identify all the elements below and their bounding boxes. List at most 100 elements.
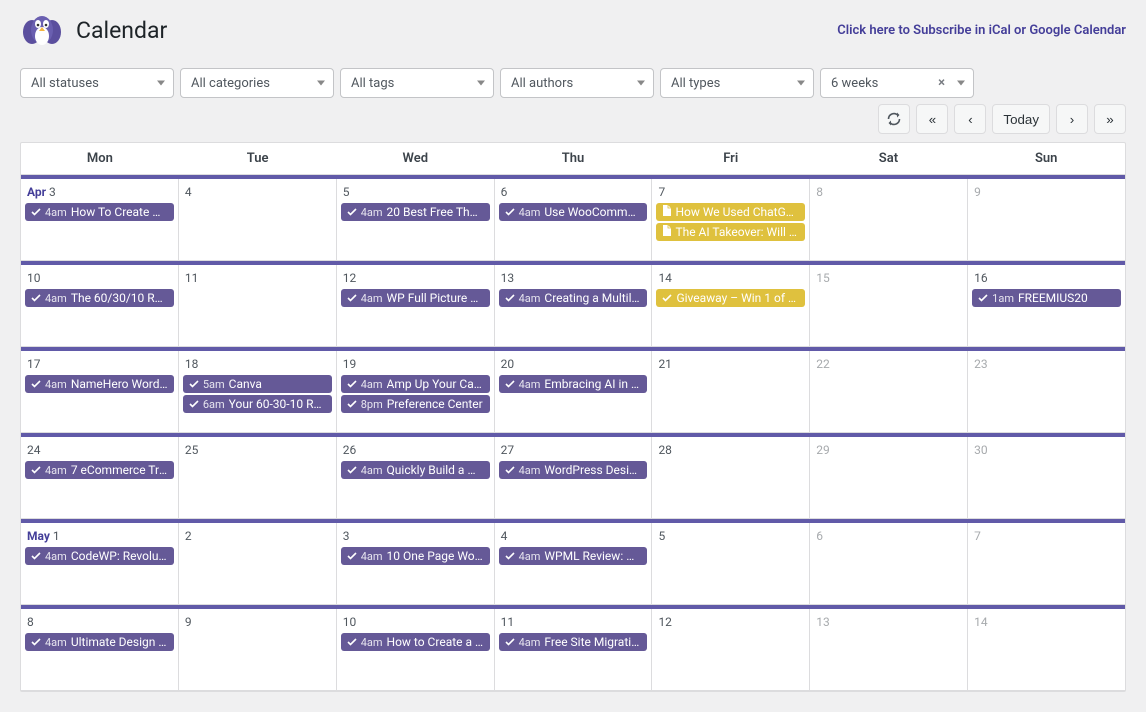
calendar-week: Apr 34amHow To Create A Woo...4 54am20 Be…	[21, 175, 1125, 261]
calendar-day[interactable]: 24 4am7 eCommerce Trends ...	[21, 437, 179, 518]
calendar-day[interactable]: 104amThe 60/30/10 Rule Ma...	[21, 265, 179, 346]
calendar-event[interactable]: 4amFree Site Migrations t...	[499, 633, 648, 651]
date-number: 3	[339, 527, 354, 545]
filter-category[interactable]: All categories	[180, 68, 334, 98]
event-title: CodeWP: Revolutioniz...	[71, 549, 168, 563]
calendar-event[interactable]: 4amAmp Up Your Campai...	[341, 375, 490, 393]
calendar-day[interactable]: 84amUltimate Design Contr...	[21, 609, 179, 690]
calendar-event[interactable]: 1amFREEMIUS20	[972, 289, 1121, 307]
calendar-week: 174amNameHero WordPress...185amCanva6amY…	[21, 347, 1125, 433]
calendar-day[interactable]: 5	[652, 523, 810, 604]
calendar-day[interactable]: 29	[810, 437, 968, 518]
date-number: 26	[339, 441, 361, 459]
calendar-day[interactable]: 4	[179, 179, 337, 260]
event-time: 4am	[519, 292, 541, 305]
today-button[interactable]: Today	[992, 104, 1050, 134]
date-number: 16	[970, 269, 992, 287]
calendar-day[interactable]: 12	[652, 609, 810, 690]
calendar-day[interactable]: 44amWPML Review: WordP...	[495, 523, 653, 604]
calendar-day[interactable]: 28	[652, 437, 810, 518]
calendar-event[interactable]: 4amHow to Create a Multil...	[341, 633, 490, 651]
check-icon	[31, 637, 41, 647]
calendar-day[interactable]: 26 4amQuickly Build a Multili...	[337, 437, 495, 518]
calendar-day[interactable]: 185amCanva6amYour 60-30-10 Rule G...	[179, 351, 337, 432]
calendar-event[interactable]: 4amWP Full Picture Revie...	[341, 289, 490, 307]
calendar-day[interactable]: 7	[968, 523, 1125, 604]
calendar-event[interactable]: The AI Takeover: Will Artif...	[656, 223, 805, 241]
calendar-day[interactable]: May 14amCodeWP: Revolutioniz...	[21, 523, 179, 604]
clear-icon[interactable]: ×	[938, 76, 945, 91]
calendar-day[interactable]: 54am20 Best Free Themes ...	[337, 179, 495, 260]
date-number: 13	[497, 269, 519, 287]
calendar-event[interactable]: 4amNameHero WordPress...	[25, 375, 174, 393]
chevron-down-icon	[797, 81, 805, 86]
calendar-day[interactable]: 15	[810, 265, 968, 346]
calendar-day[interactable]: 274amWordPress Designer ...	[495, 437, 653, 518]
calendar-day[interactable]: 104amHow to Create a Multil...	[337, 609, 495, 690]
prev-button[interactable]: ‹	[954, 104, 986, 134]
last-button[interactable]: »	[1094, 104, 1126, 134]
date-number: 4	[181, 183, 196, 201]
calendar-day[interactable]: 174amNameHero WordPress...	[21, 351, 179, 432]
calendar-event[interactable]: 4amUse WooCommerce t...	[499, 203, 648, 221]
calendar-event[interactable]: 4amWPML Review: WordP...	[499, 547, 648, 565]
date-number: 11	[181, 269, 203, 287]
calendar-day[interactable]: 13 4amCreating a Multilingua...	[495, 265, 653, 346]
calendar-week: 24 4am7 eCommerce Trends ... 2526 4amQuickl…	[21, 433, 1125, 519]
calendar-event[interactable]: 4amUltimate Design Contr...	[25, 633, 174, 651]
calendar-day[interactable]: 14	[968, 609, 1125, 690]
event-time: 4am	[45, 292, 67, 305]
calendar-event[interactable]: 4amEmbracing AI in Web ...	[499, 375, 648, 393]
calendar-event[interactable]: 4amHow To Create A Woo...	[25, 203, 174, 221]
date-number: 24	[23, 441, 45, 459]
calendar-day[interactable]: 9	[968, 179, 1125, 260]
calendar-day[interactable]: 194amAmp Up Your Campai...8pmPreference …	[337, 351, 495, 432]
calendar-day[interactable]: 2	[179, 523, 337, 604]
filter-category-label: All categories	[191, 76, 270, 91]
calendar-event[interactable]: 8pmPreference Center	[341, 395, 490, 413]
filter-range[interactable]: 6 weeks×	[820, 68, 974, 98]
calendar-event[interactable]: 4am20 Best Free Themes ...	[341, 203, 490, 221]
filter-status[interactable]: All statuses	[20, 68, 174, 98]
calendar-day[interactable]: 9	[179, 609, 337, 690]
event-title: Canva	[229, 377, 262, 391]
calendar-day[interactable]: 23	[968, 351, 1125, 432]
calendar-day[interactable]: 3 4am10 One Page WordPre...	[337, 523, 495, 604]
calendar-day[interactable]: 11	[179, 265, 337, 346]
calendar-day[interactable]: 8	[810, 179, 968, 260]
calendar-event[interactable]: 4amWordPress Designer ...	[499, 461, 648, 479]
calendar-day[interactable]: 13	[810, 609, 968, 690]
calendar-event[interactable]: 5amCanva	[183, 375, 332, 393]
calendar-day[interactable]: Apr 34amHow To Create A Woo...	[21, 179, 179, 260]
calendar-event[interactable]: How We Used ChatGPT to...	[656, 203, 805, 221]
calendar-day[interactable]: 14Giveaway – Win 1 of 10 O...	[652, 265, 810, 346]
filter-tag[interactable]: All tags	[340, 68, 494, 98]
next-button[interactable]: ›	[1056, 104, 1088, 134]
calendar-event[interactable]: 4am7 eCommerce Trends ...	[25, 461, 174, 479]
calendar-day[interactable]: 30	[968, 437, 1125, 518]
calendar-day[interactable]: 124amWP Full Picture Revie...	[337, 265, 495, 346]
calendar-event[interactable]: 4amCodeWP: Revolutioniz...	[25, 547, 174, 565]
calendar-event[interactable]: Giveaway – Win 1 of 10 O...	[656, 289, 805, 307]
calendar-event[interactable]: 4amCreating a Multilingua...	[499, 289, 648, 307]
calendar-day[interactable]: 16 1amFREEMIUS20	[968, 265, 1125, 346]
calendar-event[interactable]: 4amQuickly Build a Multili...	[341, 461, 490, 479]
filter-type[interactable]: All types	[660, 68, 814, 98]
calendar-day[interactable]: 6	[810, 523, 968, 604]
calendar-day[interactable]: 7How We Used ChatGPT to...The AI Takeove…	[652, 179, 810, 260]
event-time: 4am	[45, 464, 67, 477]
calendar-event[interactable]: 4amThe 60/30/10 Rule Ma...	[25, 289, 174, 307]
filter-author[interactable]: All authors	[500, 68, 654, 98]
calendar-day[interactable]: 114amFree Site Migrations t...	[495, 609, 653, 690]
calendar-day[interactable]: 22	[810, 351, 968, 432]
refresh-button[interactable]	[878, 104, 910, 134]
first-button[interactable]: «	[916, 104, 948, 134]
calendar-day[interactable]: 25	[179, 437, 337, 518]
calendar-event[interactable]: 4am10 One Page WordPre...	[341, 547, 490, 565]
calendar-event[interactable]: 6amYour 60-30-10 Rule G...	[183, 395, 332, 413]
calendar-day[interactable]: 204amEmbracing AI in Web ...	[495, 351, 653, 432]
calendar-day[interactable]: 21	[652, 351, 810, 432]
subscribe-link[interactable]: Click here to Subscribe in iCal or Googl…	[837, 23, 1126, 38]
calendar-day[interactable]: 64amUse WooCommerce t...	[495, 179, 653, 260]
event-title: 10 One Page WordPre...	[387, 549, 484, 563]
